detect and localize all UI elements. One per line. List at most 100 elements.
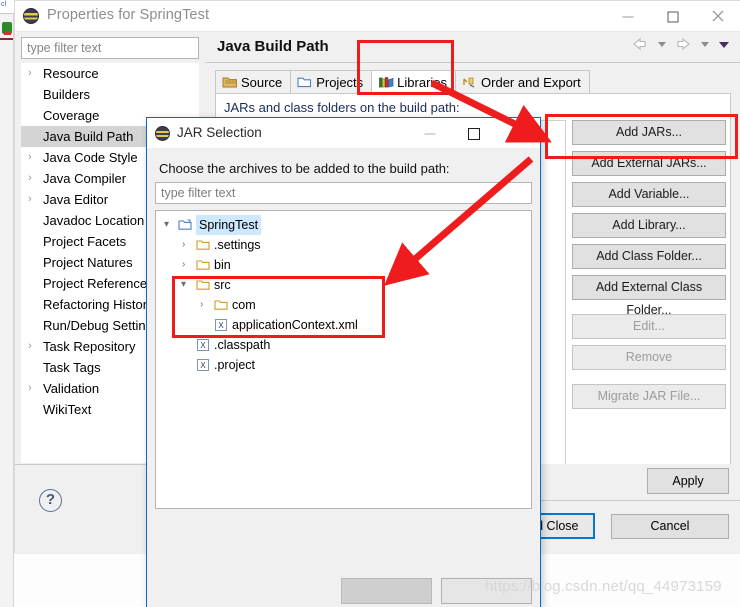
- tree-item-com[interactable]: › com: [156, 295, 531, 315]
- maximize-button[interactable]: [650, 1, 695, 32]
- chevron-right-icon[interactable]: ›: [182, 235, 185, 255]
- remove-button: Remove: [572, 345, 726, 370]
- properties-titlebar: Properties for SpringTest: [15, 1, 740, 32]
- tab-libraries[interactable]: Libraries: [371, 70, 457, 94]
- tree-item-applicationcontext-xml[interactable]: X applicationContext.xml: [156, 315, 531, 335]
- jar-minimize-button[interactable]: [408, 118, 452, 149]
- jar-ok-button[interactable]: [341, 578, 432, 604]
- sidebar-item-label: Project Natures: [43, 255, 133, 270]
- tree-item-label: .classpath: [214, 338, 271, 352]
- maximize-icon: [667, 11, 678, 22]
- sidebar-item-label: Project Facets: [43, 234, 127, 249]
- tree-item-classpath[interactable]: X .classpath: [156, 335, 531, 355]
- sidebar-item-label: Task Repository: [43, 339, 136, 354]
- add-variable-button[interactable]: Add Variable...: [572, 182, 726, 207]
- jar-close-button[interactable]: [496, 118, 540, 149]
- add-external-class-folder-button[interactable]: Add External Class Folder...: [572, 275, 726, 317]
- background-divider: [0, 38, 13, 40]
- sidebar-item-label: Java Compiler: [43, 171, 127, 186]
- chevron-right-icon[interactable]: ›: [182, 255, 185, 275]
- projects-folder-icon: [297, 73, 313, 88]
- sidebar-item-resource[interactable]: › Resource: [21, 63, 199, 84]
- add-class-folder-button[interactable]: Add Class Folder...: [572, 244, 726, 269]
- sidebar-item-label: Task Tags: [43, 360, 101, 375]
- tree-item-bin[interactable]: › bin: [156, 255, 531, 275]
- sidebar-item-label: Run/Debug Settings: [43, 318, 160, 333]
- folder-icon: [196, 238, 211, 252]
- chevron-right-icon[interactable]: ›: [200, 295, 203, 315]
- tab-label: Order and Export: [481, 75, 581, 90]
- sidebar-item-label: Resource: [43, 66, 99, 81]
- jar-dialog-footer: [147, 516, 540, 607]
- minimize-icon: [622, 16, 633, 17]
- xml-file-icon: X: [196, 338, 211, 352]
- jar-dialog-prompt: Choose the archives to be added to the b…: [159, 161, 450, 176]
- svg-text:X: X: [200, 341, 206, 350]
- tab-source[interactable]: Source: [215, 70, 292, 94]
- jar-file-tree[interactable]: ▾ SpringTest › .settings › bin ▾ src › c…: [155, 210, 532, 509]
- chevron-right-icon: ›: [28, 340, 32, 352]
- page-title: Java Build Path: [217, 38, 329, 55]
- minimize-icon: [424, 133, 436, 134]
- screenshot-root: cl Properties for SpringTest type filter…: [0, 0, 740, 607]
- eclipse-icon: [155, 126, 170, 141]
- jar-dialog-title: JAR Selection: [177, 125, 262, 140]
- close-icon: [511, 125, 525, 142]
- tree-item-project[interactable]: X .project: [156, 355, 531, 375]
- watermark-text: https://blog.csdn.net/qq_44973159: [485, 578, 722, 595]
- tree-item-label: src: [214, 278, 231, 292]
- sidebar-item-builders[interactable]: Builders: [21, 84, 199, 105]
- maximize-icon: [468, 127, 480, 140]
- jar-maximize-button[interactable]: [452, 118, 496, 149]
- add-external-jars-button[interactable]: Add External JARs...: [572, 151, 726, 176]
- libraries-button-column: Add JARs... Add External JARs... Add Var…: [572, 120, 726, 415]
- tree-item-label: com: [232, 298, 256, 312]
- cancel-button[interactable]: Cancel: [611, 514, 729, 539]
- sidebar-item-label: WikiText: [43, 402, 92, 417]
- minimize-button[interactable]: [605, 1, 650, 32]
- forward-dropdown-chevron-down-icon[interactable]: [699, 35, 711, 56]
- tab-order-and-export[interactable]: Order and Export: [455, 70, 590, 94]
- chevron-right-icon: ›: [28, 382, 32, 394]
- folder-icon: [196, 278, 211, 292]
- tree-item-label: applicationContext.xml: [232, 318, 358, 332]
- view-menu-icon[interactable]: [716, 35, 732, 56]
- sidebar-item-label: Java Build Path: [43, 129, 134, 144]
- add-jars-button[interactable]: Add JARs...: [572, 120, 726, 145]
- background-icon-green: [2, 22, 12, 35]
- close-icon: [711, 9, 725, 25]
- back-arrow-icon[interactable]: [630, 35, 650, 56]
- jar-filter-input[interactable]: type filter text: [155, 182, 532, 204]
- tree-item-springtest[interactable]: ▾ SpringTest: [156, 215, 531, 235]
- add-library-button[interactable]: Add Library...: [572, 213, 726, 238]
- tree-item-label: SpringTest: [196, 215, 262, 235]
- tree-item-src[interactable]: ▾ src: [156, 275, 531, 295]
- tab-projects[interactable]: Projects: [290, 70, 373, 94]
- tree-item-label: .settings: [214, 238, 261, 252]
- tab-label: Projects: [316, 75, 364, 90]
- close-button[interactable]: [695, 1, 740, 32]
- background-tab-sliver: cl: [0, 0, 14, 14]
- chevron-right-icon: ›: [28, 172, 32, 184]
- sidebar-item-label: Java Code Style: [43, 150, 138, 165]
- jar-dialog-titlebar: JAR Selection: [147, 118, 540, 149]
- help-question-icon[interactable]: ?: [39, 489, 62, 512]
- chevron-down-icon[interactable]: ▾: [181, 275, 186, 295]
- tab-bar: Source Projects Libraries Order and Expo…: [215, 70, 590, 94]
- order-export-icon: [462, 73, 478, 88]
- chevron-down-icon[interactable]: ▾: [164, 215, 169, 235]
- sidebar-item-label: Project References: [43, 276, 154, 291]
- folder-icon: [196, 258, 211, 272]
- svg-text:X: X: [200, 361, 206, 370]
- apply-button[interactable]: Apply: [647, 468, 729, 494]
- tree-item-settings[interactable]: › .settings: [156, 235, 531, 255]
- window-title: Properties for SpringTest: [47, 7, 210, 23]
- back-dropdown-chevron-down-icon[interactable]: [656, 35, 668, 56]
- properties-filter-input[interactable]: type filter text: [21, 37, 199, 59]
- forward-arrow-icon[interactable]: [673, 35, 693, 56]
- xml-file-icon: X: [214, 318, 229, 332]
- sidebar-item-label: Coverage: [43, 108, 100, 123]
- project-folder-icon: [178, 218, 193, 232]
- tab-label: Source: [241, 75, 283, 90]
- libraries-books-icon: [378, 73, 394, 88]
